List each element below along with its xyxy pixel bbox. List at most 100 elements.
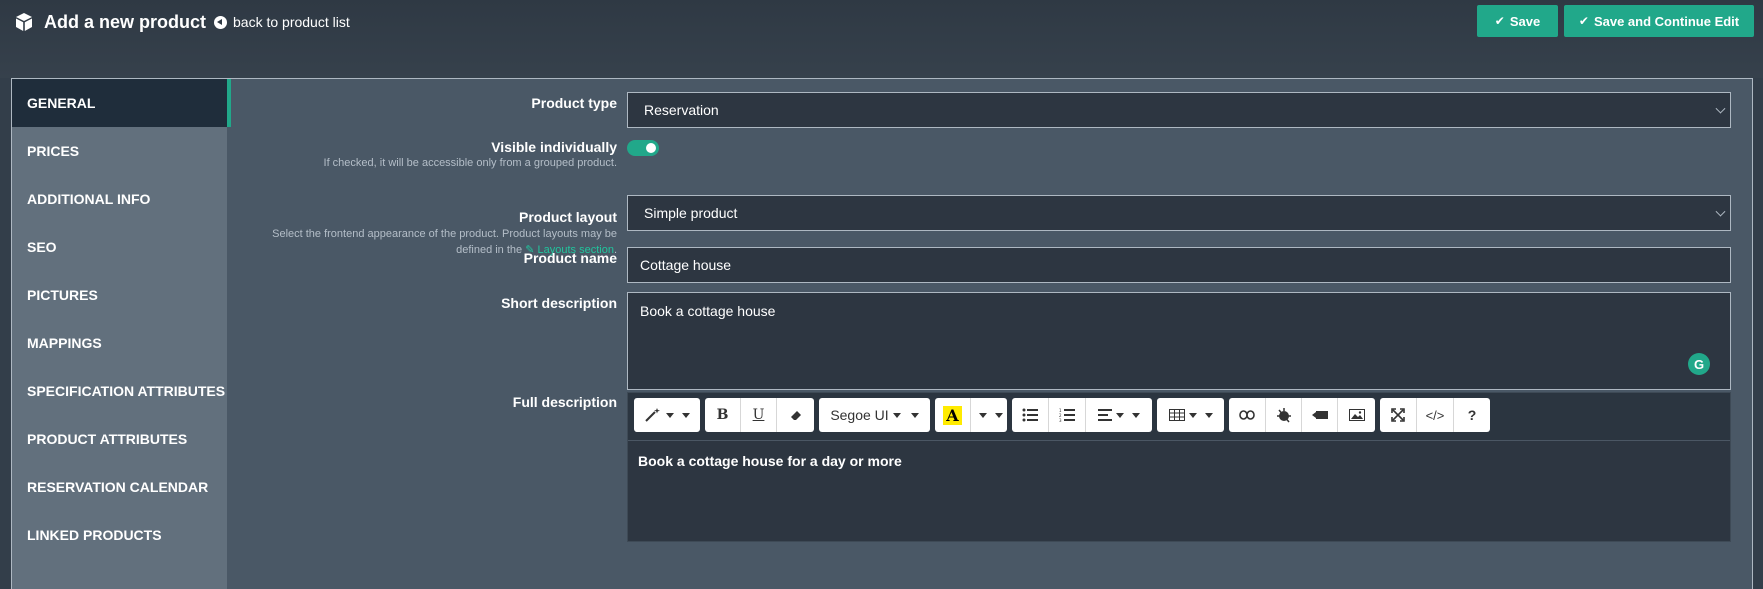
sidebar-item-label: SPECIFICATION ATTRIBUTES: [27, 383, 226, 399]
sidebar-item-pictures[interactable]: PICTURES: [12, 271, 227, 319]
grammarly-icon[interactable]: G: [1688, 353, 1710, 375]
back-link-label: back to product list: [233, 14, 350, 30]
sidebar-item-label: GENERAL: [27, 95, 96, 111]
table-icon: [1168, 409, 1185, 421]
short-description-value: Book a cottage house: [640, 303, 776, 319]
video-button[interactable]: [1302, 398, 1338, 432]
caret-down-icon: [1116, 412, 1124, 418]
caret-down-icon: [892, 412, 901, 418]
page-header: Add a new product back to product list ✔…: [0, 0, 1763, 78]
code-view-button[interactable]: </>: [1417, 398, 1454, 432]
clear-format-button[interactable]: [777, 398, 814, 432]
sidebar-item-reservation-calendar[interactable]: RESERVATION CALENDAR: [12, 463, 227, 511]
magic-style-button[interactable]: [634, 398, 700, 432]
numbered-list-icon: 123: [1059, 408, 1075, 422]
svg-text:3: 3: [1059, 418, 1062, 422]
sidebar-item-label: MAPPINGS: [27, 335, 102, 351]
unordered-list-button[interactable]: [1012, 398, 1049, 432]
image-button[interactable]: [1338, 398, 1375, 432]
font-style-group: B U: [705, 398, 814, 432]
caret-down-icon[interactable]: [682, 412, 690, 418]
product-edit-panel: GENERAL PRICES ADDITIONAL INFO SEO PICTU…: [11, 78, 1753, 589]
visible-individually-hint: If checked, it will be accessible only f…: [323, 157, 617, 169]
product-layout-select[interactable]: Simple product: [627, 195, 1731, 231]
sidebar-item-mappings[interactable]: MAPPINGS: [12, 319, 227, 367]
text-color-button[interactable]: A: [935, 398, 971, 432]
insert-group: [1229, 398, 1375, 432]
save-continue-label: Save and Continue Edit: [1593, 13, 1740, 29]
sidebar-item-label: ADDITIONAL INFO: [27, 191, 151, 207]
sidebar-item-label: SEO: [27, 239, 57, 255]
save-and-continue-button[interactable]: ✔ Save and Continue Edit: [1564, 5, 1754, 37]
caret-down-icon: [1132, 412, 1140, 418]
sidebar-item-label: PRODUCT ATTRIBUTES: [27, 431, 188, 447]
highlight-a-icon: A: [943, 405, 962, 425]
fullscreen-button[interactable]: [1380, 398, 1417, 432]
visible-individually-toggle[interactable]: [627, 140, 659, 156]
visible-individually-label: Visible individually: [491, 139, 617, 155]
align-left-icon: [1098, 409, 1112, 421]
chevron-down-icon: [1715, 206, 1726, 217]
editor-content[interactable]: Book a cottage house for a day or more: [628, 441, 1730, 481]
video-icon: [1311, 411, 1328, 419]
sidebar-item-label: PICTURES: [27, 287, 98, 303]
sidebar-item-additional-info[interactable]: ADDITIONAL INFO: [12, 175, 227, 223]
sidebar-item-seo[interactable]: SEO: [12, 223, 227, 271]
style-group: [634, 398, 700, 432]
save-button[interactable]: ✔ Save: [1477, 5, 1558, 37]
sidebar-item-prices[interactable]: PRICES: [12, 127, 227, 175]
page-title: Add a new product: [14, 10, 206, 34]
table-dropdown-button[interactable]: [1157, 398, 1224, 432]
paragraph-group: 123: [1012, 398, 1152, 432]
font-name-group: Segoe UI: [819, 398, 930, 432]
sidebar-item-label: LINKED PRODUCTS: [27, 527, 162, 543]
code-icon: </>: [1425, 407, 1445, 423]
save-button-label: Save: [1509, 13, 1541, 29]
check-icon: ✔: [1494, 14, 1505, 28]
sidebar-item-general[interactable]: GENERAL: [12, 79, 231, 127]
color-group: A: [935, 398, 1007, 432]
product-layout-label: Product layout: [518, 209, 617, 225]
sidebar-item-label: RESERVATION CALENDAR: [27, 479, 209, 495]
product-layout-value: Simple product: [644, 205, 738, 221]
product-name-value: Cottage house: [640, 257, 732, 273]
rich-text-editor: B U Segoe UI A 1 2 3 </> ? Book a cottag…: [627, 392, 1731, 542]
picture-icon: [1348, 409, 1365, 421]
short-description-label: Short description: [501, 295, 617, 311]
expand-icon: [1391, 408, 1405, 422]
product-name-label: Product name: [523, 250, 617, 266]
caret-down-icon: [979, 412, 987, 418]
underline-button[interactable]: U: [741, 398, 777, 432]
caret-down-icon: [910, 412, 919, 418]
page-title-text: Add a new product: [44, 11, 206, 32]
product-type-label: Product type: [531, 95, 617, 111]
font-name-dropdown[interactable]: Segoe UI: [819, 398, 930, 432]
cube-icon: [16, 13, 32, 31]
check-circle-icon: ✔: [1578, 14, 1589, 28]
product-name-input[interactable]: Cottage house: [627, 247, 1731, 283]
short-description-textarea[interactable]: Book a cottage house G: [627, 292, 1731, 390]
caret-icon: [666, 412, 674, 418]
align-dropdown-button[interactable]: [1086, 398, 1152, 432]
product-type-select[interactable]: Reservation: [627, 92, 1731, 128]
help-button[interactable]: ?: [1454, 398, 1490, 432]
sidebar-item-product-attributes[interactable]: PRODUCT ATTRIBUTES: [12, 415, 227, 463]
bullet-list-icon: [1022, 408, 1038, 422]
emoji-button[interactable]: [1266, 398, 1302, 432]
back-to-list-link[interactable]: back to product list: [214, 12, 350, 32]
caret-down-icon: [1188, 412, 1197, 418]
caret-down-icon: [995, 412, 1003, 418]
link-button[interactable]: [1229, 398, 1266, 432]
sidebar: GENERAL PRICES ADDITIONAL INFO SEO PICTU…: [12, 79, 231, 589]
color-dropdown-button[interactable]: [971, 398, 1007, 432]
ordered-list-button[interactable]: 123: [1049, 398, 1086, 432]
bug-icon: [1276, 408, 1291, 423]
link-icon: [1239, 410, 1255, 420]
bold-button[interactable]: B: [705, 398, 741, 432]
view-group: </> ?: [1380, 398, 1490, 432]
table-group: [1157, 398, 1224, 432]
editor-toolbar: B U Segoe UI A 1 2 3 </> ?: [628, 393, 1730, 441]
sidebar-item-specification-attributes[interactable]: SPECIFICATION ATTRIBUTES: [12, 367, 227, 415]
sidebar-item-linked-products[interactable]: LINKED PRODUCTS: [12, 511, 227, 559]
caret-down-icon: [1204, 412, 1213, 418]
